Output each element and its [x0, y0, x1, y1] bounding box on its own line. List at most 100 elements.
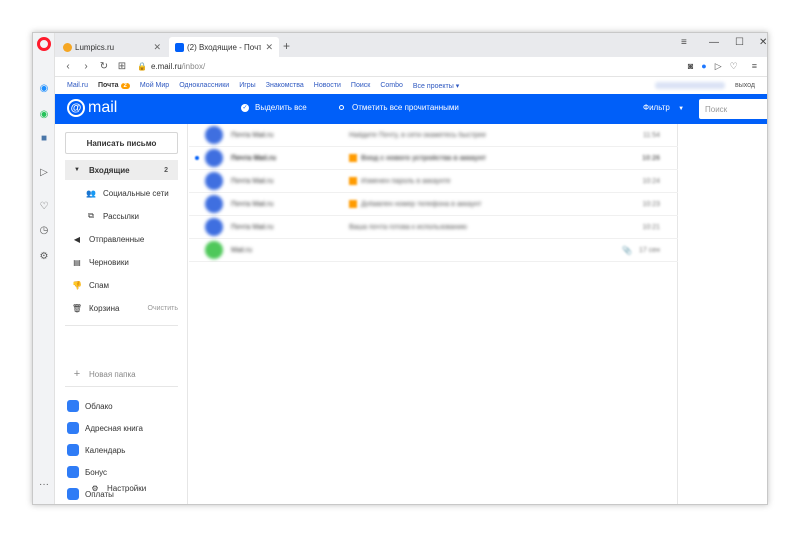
reload-button[interactable]: ↻: [95, 61, 113, 72]
message-sender: Почта Mail.ru: [231, 223, 274, 231]
select-all-label: Выделить все: [255, 103, 307, 112]
message-row[interactable]: Почта Mail.ru Добавлен номер телефона в …: [189, 193, 678, 216]
camera-icon[interactable]: ◙: [688, 61, 693, 72]
cloud-icon: [67, 400, 79, 412]
at-logo-icon: @: [67, 99, 85, 117]
portal-mail-label: Почта: [98, 82, 119, 89]
portal-all-projects[interactable]: Все проекты ▾: [413, 82, 459, 90]
check-circle-icon: ✓: [241, 103, 249, 112]
heart-icon[interactable]: ♡: [730, 61, 738, 72]
important-flag-icon: [349, 154, 357, 162]
logout-link[interactable]: выход: [735, 82, 755, 89]
vk-icon[interactable]: ■: [37, 131, 51, 145]
url-host: e.mail.ru: [150, 62, 182, 71]
new-folder-button[interactable]: + Новая папка: [55, 364, 188, 384]
user-email-blurred[interactable]: [655, 82, 725, 89]
forward-button[interactable]: ›: [77, 61, 95, 72]
settings-link[interactable]: ⚙ Настройки: [55, 478, 188, 498]
folder-label: Корзина: [89, 303, 120, 313]
message-subject: Вход с нового устройства в аккаунт: [361, 154, 486, 162]
important-flag-icon: [349, 177, 357, 185]
new-tab-button[interactable]: +: [283, 39, 290, 53]
sender-avatar: [205, 195, 223, 213]
mark-all-read-button[interactable]: Отметить все прочитанными: [339, 103, 459, 112]
folder-drafts[interactable]: ▤ Черновики: [55, 252, 188, 272]
menu-icon[interactable]: ≡: [752, 61, 757, 72]
message-subject: Ваша почта готова к использованию: [349, 223, 468, 231]
message-list: Почта Mail.ru Найдите Почту, в сети окаж…: [189, 124, 678, 504]
service-label: Облако: [85, 401, 113, 411]
send-icon[interactable]: ▷: [37, 165, 51, 179]
clock-icon[interactable]: ◷: [37, 223, 51, 237]
sender-avatar: [205, 241, 223, 259]
send-icon[interactable]: ▷: [715, 61, 722, 72]
opera-logo[interactable]: [37, 37, 51, 51]
service-cloud[interactable]: Облако: [55, 396, 188, 416]
caret-down-icon: ▼: [74, 167, 80, 173]
folder-inbox[interactable]: ▼ Входящие 2: [65, 160, 178, 180]
message-row[interactable]: Почта Mail.ru Вход с нового устройства в…: [189, 147, 678, 170]
folder-newsletters[interactable]: ⧉ Рассылки: [55, 206, 188, 226]
speed-dial-icon[interactable]: ⊞: [113, 61, 131, 72]
unread-dot-icon[interactable]: [195, 156, 199, 160]
lock-icon: 🔒: [137, 62, 147, 71]
divider: [65, 386, 178, 387]
back-button[interactable]: ‹: [59, 61, 77, 72]
close-window-button[interactable]: ✕: [759, 37, 767, 48]
folder-sent[interactable]: ◀ Отправленные: [55, 229, 188, 249]
more-icon[interactable]: ···: [37, 477, 51, 491]
shield-icon[interactable]: ●: [701, 61, 706, 72]
empty-trash-button[interactable]: Очистить: [148, 305, 178, 312]
portal-bar: Mail.ru Почта 2 Мой Мир Одноклассники Игр…: [55, 77, 767, 94]
draft-icon: ▤: [73, 257, 81, 267]
portal-combo[interactable]: Combo: [380, 82, 403, 89]
tab-mail-inbox[interactable]: (2) Входящие - Почта Mail ✕: [169, 37, 279, 57]
service-calendar[interactable]: Календарь: [55, 440, 188, 460]
service-addressbook[interactable]: Адресная книга: [55, 418, 188, 438]
service-label: Календарь: [85, 445, 126, 455]
compose-button[interactable]: Написать письмо: [65, 132, 178, 154]
url-field[interactable]: 🔒 e.mail.ru/inbox/: [137, 62, 205, 71]
minimize-button[interactable]: —: [709, 37, 719, 48]
filter-dropdown[interactable]: Фильтр ▼: [643, 103, 684, 112]
portal-news[interactable]: Новости: [314, 82, 341, 89]
messenger-icon[interactable]: ◉: [37, 81, 51, 95]
close-icon[interactable]: ✕: [153, 42, 161, 53]
message-row[interactable]: Почта Mail.ru Изменен пароль в аккаунте …: [189, 170, 678, 193]
portal-moymir[interactable]: Мой Мир: [140, 82, 169, 89]
message-row[interactable]: Почта Mail.ru Ваша почта готова к исполь…: [189, 216, 678, 239]
people-icon: 👥: [86, 188, 96, 198]
folder-label: Отправленные: [89, 234, 145, 244]
portal-search[interactable]: Поиск: [351, 82, 370, 89]
close-icon[interactable]: ✕: [265, 42, 273, 53]
gear-icon: ⚙: [91, 483, 99, 493]
heart-icon[interactable]: ♡: [37, 199, 51, 213]
address-bar-tools: ◙ ● ▷ ♡ ≡: [688, 61, 757, 72]
tab-menu-icon[interactable]: ≡: [681, 37, 687, 48]
message-time: 10:23: [642, 200, 660, 208]
folder-trash[interactable]: 🗑 Корзина Очистить: [55, 298, 188, 318]
address-bar: ‹ › ↻ ⊞ 🔒 e.mail.ru/inbox/ ◙ ● ▷ ♡ ≡: [55, 57, 767, 77]
settings-label: Настройки: [107, 483, 147, 493]
message-sender: Почта Mail.ru: [231, 200, 274, 208]
portal-games[interactable]: Игры: [239, 82, 256, 89]
inbox-count: 2: [164, 166, 168, 174]
portal-mailru[interactable]: Mail.ru: [67, 82, 88, 89]
select-all-button[interactable]: ✓ Выделить все: [241, 103, 307, 112]
search-input[interactable]: [699, 99, 767, 119]
portal-mail[interactable]: Почта 2: [98, 82, 130, 89]
message-row[interactable]: Mail.ru 📎 17 сен: [189, 239, 678, 262]
message-subject: Найдите Почту, в сети окажетесь быстрее: [349, 131, 486, 139]
portal-dating[interactable]: Знакомства: [266, 82, 304, 89]
search-icon[interactable]: [767, 103, 768, 112]
gear-icon[interactable]: ⚙: [37, 249, 51, 263]
mail-logo[interactable]: @ mail: [67, 99, 117, 117]
portal-ok[interactable]: Одноклассники: [179, 82, 229, 89]
maximize-button[interactable]: ☐: [735, 37, 744, 48]
message-row[interactable]: Почта Mail.ru Найдите Почту, в сети окаж…: [189, 124, 678, 147]
whatsapp-icon[interactable]: ◉: [37, 107, 51, 121]
tab-lumpics[interactable]: Lumpics.ru ✕: [57, 37, 167, 57]
caret-down-icon: ▼: [678, 106, 685, 112]
folder-spam[interactable]: 👎 Спам: [55, 275, 188, 295]
folder-social[interactable]: 👥 Социальные сети: [55, 183, 188, 203]
